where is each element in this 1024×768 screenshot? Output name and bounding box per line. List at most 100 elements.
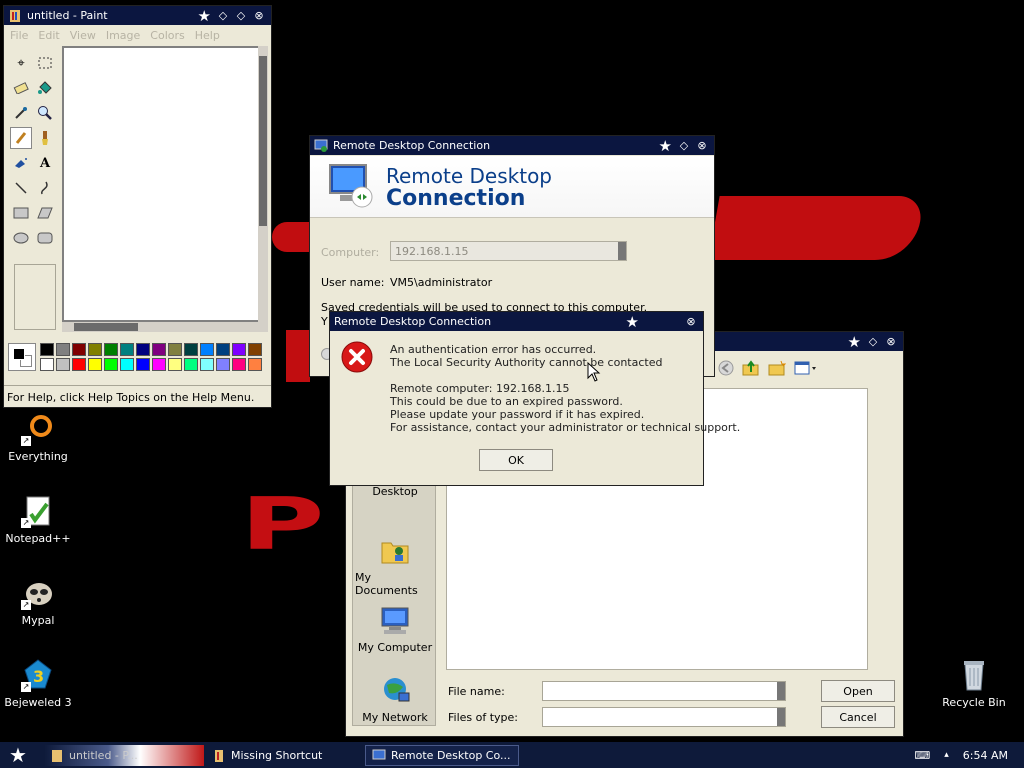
color-swatch[interactable] [200, 358, 214, 371]
menu-colors[interactable]: Colors [150, 29, 184, 42]
rectangle-icon[interactable] [10, 202, 32, 224]
color-swatch[interactable] [88, 358, 102, 371]
menu-file[interactable]: File [10, 29, 28, 42]
task-remote-desktop[interactable]: Remote Desktop Co... [365, 745, 519, 766]
keyboard-icon[interactable]: ⌨ [914, 749, 930, 762]
minimize-button[interactable]: ◇ [217, 9, 229, 22]
start-button[interactable]: ★ [0, 742, 36, 768]
menu-image[interactable]: Image [106, 29, 140, 42]
cancel-button[interactable]: Cancel [821, 706, 895, 728]
text-icon[interactable]: A [34, 152, 56, 174]
chevron-up-icon[interactable]: ▴ [944, 750, 949, 760]
color-swatch[interactable] [216, 358, 230, 371]
color-swatch[interactable] [216, 343, 230, 356]
polygon-icon[interactable] [34, 202, 56, 224]
color-picker-icon[interactable] [10, 102, 32, 124]
star-icon[interactable]: ★ [848, 333, 861, 351]
free-select-icon[interactable]: ⌖ [10, 52, 32, 74]
color-swatch[interactable] [168, 343, 182, 356]
color-swatch[interactable] [232, 358, 246, 371]
files-of-type-select[interactable] [542, 707, 786, 727]
desktop-icon-recycle-bin[interactable]: Recycle Bin [938, 658, 1010, 709]
eraser-icon[interactable] [10, 77, 32, 99]
color-swatch[interactable] [56, 358, 70, 371]
clock[interactable]: 6:54 AM [963, 749, 1008, 762]
color-swatch[interactable] [248, 343, 262, 356]
color-swatch[interactable] [40, 358, 54, 371]
magnifier-icon[interactable] [34, 102, 56, 124]
place-my-network[interactable]: My Network [355, 675, 435, 724]
color-swatch[interactable] [184, 343, 198, 356]
rdc-titlebar[interactable]: Remote Desktop Connection ★ ◇ ⊗ [310, 136, 714, 155]
close-button[interactable]: ⊗ [696, 139, 708, 152]
paint-titlebar[interactable]: untitled - Paint ★ ◇ ◇ ⊗ [4, 6, 271, 25]
drawing-canvas[interactable] [64, 48, 258, 320]
rounded-rectangle-icon[interactable] [34, 227, 56, 249]
close-button[interactable]: ⊗ [885, 335, 897, 348]
new-folder-icon[interactable] [768, 360, 786, 376]
star-icon[interactable]: ★ [626, 313, 639, 331]
fill-icon[interactable] [34, 77, 56, 99]
star-icon[interactable]: ★ [659, 137, 672, 155]
color-swatch[interactable] [184, 358, 198, 371]
horizontal-scrollbar[interactable] [62, 322, 258, 332]
help-button[interactable]: ◇ [678, 139, 690, 152]
ellipse-icon[interactable] [10, 227, 32, 249]
help-button[interactable]: ◇ [867, 335, 879, 348]
color-swatch[interactable] [120, 358, 134, 371]
pencil-icon[interactable] [10, 127, 32, 149]
close-button[interactable]: ⊗ [253, 9, 265, 22]
up-folder-icon[interactable] [742, 360, 760, 376]
desktop-icon-mypal[interactable]: ↗ Mypal [2, 576, 74, 627]
maximize-button[interactable]: ◇ [235, 9, 247, 22]
open-button[interactable]: Open [821, 680, 895, 702]
close-button[interactable]: ⊗ [685, 315, 697, 328]
place-my-computer[interactable]: My Computer [355, 605, 435, 654]
color-swatch[interactable] [88, 343, 102, 356]
tool-options[interactable] [14, 264, 56, 330]
color-swatch[interactable] [40, 343, 54, 356]
color-swatch[interactable] [104, 343, 118, 356]
color-swatch[interactable] [72, 343, 86, 356]
file-name-input[interactable] [542, 681, 786, 701]
color-swatch[interactable] [72, 358, 86, 371]
airbrush-icon[interactable] [10, 152, 32, 174]
task-missing-shortcut[interactable]: Missing Shortcut [206, 745, 356, 766]
desktop-icon-everything[interactable]: ↗ Everything [2, 412, 74, 463]
desktop-icon-notepadpp[interactable]: ↗ Notepad++ [2, 494, 74, 545]
vertical-scrollbar[interactable] [258, 46, 268, 332]
menu-view[interactable]: View [70, 29, 96, 42]
computer-input[interactable]: 192.168.1.15 [390, 241, 627, 261]
line-icon[interactable] [10, 177, 32, 199]
dropdown-arrow-icon[interactable] [777, 708, 785, 726]
error-titlebar[interactable]: Remote Desktop Connection ★ ⊗ [330, 312, 703, 331]
view-menu-icon[interactable] [794, 360, 818, 376]
color-swatch[interactable] [152, 358, 166, 371]
color-swatch[interactable] [136, 358, 150, 371]
current-colors[interactable] [8, 343, 36, 371]
place-my-documents[interactable]: My Documents [355, 535, 435, 597]
curve-icon[interactable] [34, 177, 56, 199]
color-swatch[interactable] [200, 343, 214, 356]
menu-help[interactable]: Help [195, 29, 220, 42]
desktop-icon-bejeweled[interactable]: 3 ↗ Bejeweled 3 [2, 658, 74, 709]
brush-icon[interactable] [34, 127, 56, 149]
color-swatch[interactable] [120, 343, 134, 356]
color-swatch[interactable] [232, 343, 246, 356]
color-swatch[interactable] [56, 343, 70, 356]
color-swatch[interactable] [136, 343, 150, 356]
dropdown-arrow-icon[interactable] [618, 242, 626, 260]
rect-select-icon[interactable] [34, 52, 56, 74]
dropdown-arrow-icon[interactable] [777, 682, 785, 700]
color-swatch[interactable] [152, 343, 166, 356]
color-swatch[interactable] [168, 358, 182, 371]
rdc-title: Remote Desktop Connection [333, 139, 491, 152]
error-line-2: The Local Security Authority cannot be c… [390, 356, 663, 369]
ok-button[interactable]: OK [479, 449, 553, 471]
star-icon[interactable]: ★ [198, 7, 211, 25]
color-swatch[interactable] [104, 358, 118, 371]
color-swatch[interactable] [248, 358, 262, 371]
task-paint[interactable]: untitled - P... [44, 745, 204, 766]
menu-edit[interactable]: Edit [38, 29, 59, 42]
back-icon[interactable] [718, 360, 734, 376]
